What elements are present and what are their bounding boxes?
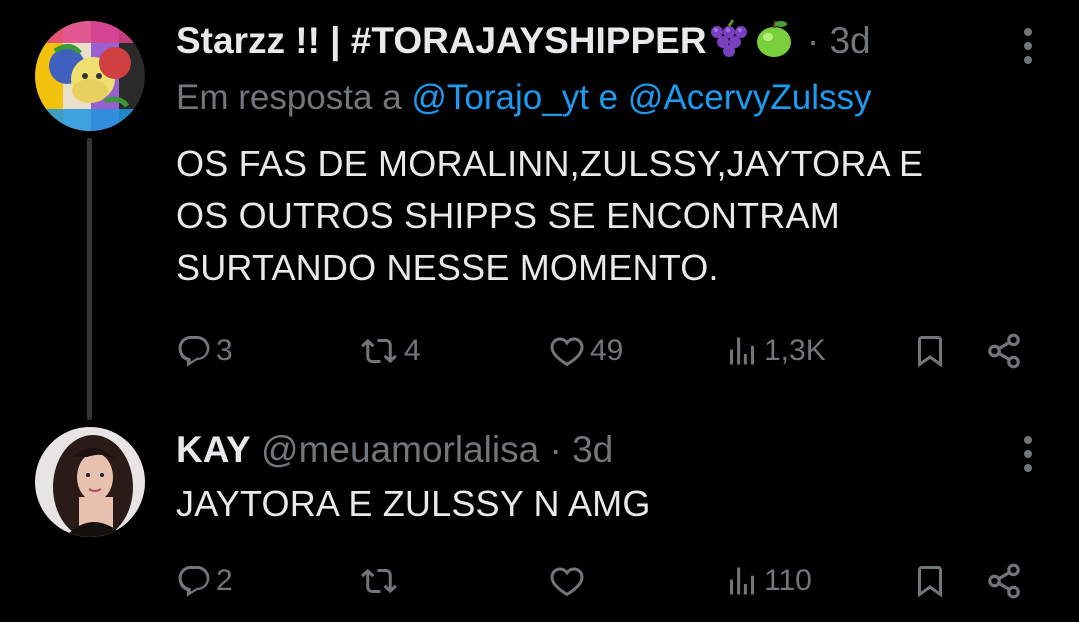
- tweet-header: KAY @meuamorlalisa · 3d: [176, 428, 613, 472]
- avatar[interactable]: [35, 427, 145, 537]
- views-count: 110: [764, 564, 812, 597]
- reply-count: 2: [216, 564, 233, 597]
- share-icon: [988, 333, 1020, 369]
- retweet-button[interactable]: 4: [358, 326, 421, 376]
- replying-prefix: Em resposta a: [176, 78, 402, 117]
- tweet[interactable]: Starzz !! | #TORAJAYSHIPPER · 3d Em resp…: [0, 0, 1079, 420]
- mention-link[interactable]: @Torajo_yt: [411, 78, 589, 117]
- more-options-icon[interactable]: [1024, 436, 1034, 478]
- bookmark-button[interactable]: [912, 556, 948, 606]
- bookmark-button[interactable]: [912, 326, 948, 376]
- timestamp[interactable]: 3d: [829, 20, 870, 61]
- reply-count: 3: [216, 334, 233, 367]
- grapes-icon: [707, 18, 751, 68]
- separator-dot: ·: [549, 429, 562, 470]
- tweet[interactable]: KAY @meuamorlalisa · 3d JAYTORA E ZULSSY…: [0, 410, 1079, 622]
- retweet-icon: [361, 568, 397, 594]
- separator-dot: ·: [806, 19, 820, 61]
- tweet-text-line: JAYTORA E ZULSSY N AMG: [176, 483, 651, 524]
- more-options-icon[interactable]: [1024, 28, 1034, 70]
- display-name[interactable]: KAY: [176, 429, 251, 470]
- green-apple-icon: [751, 18, 797, 68]
- heart-icon: [550, 337, 584, 367]
- display-name[interactable]: Starzz !! | #TORAJAYSHIPPER: [176, 20, 707, 61]
- views-icon: [730, 567, 754, 595]
- reply-icon: [178, 336, 210, 367]
- heart-icon: [550, 567, 584, 597]
- views-button[interactable]: 1,3K: [724, 326, 826, 376]
- tweet-text-line: OS FAS DE MORALINN,ZULSSY,JAYTORA E: [176, 143, 924, 184]
- retweet-button[interactable]: [358, 556, 400, 606]
- retweet-count: 4: [404, 334, 421, 367]
- replying-conj: e: [598, 78, 619, 117]
- tweet-header: Starzz !! | #TORAJAYSHIPPER · 3d: [176, 18, 871, 68]
- share-button[interactable]: [984, 556, 1024, 606]
- bookmark-icon: [918, 566, 942, 598]
- tweet-text: JAYTORA E ZULSSY N AMG: [176, 478, 651, 530]
- retweet-icon: [361, 338, 397, 364]
- replying-to: Em resposta a @Torajo_yt e @AcervyZulssy: [176, 76, 872, 120]
- timestamp[interactable]: 3d: [572, 429, 613, 470]
- action-bar: 2 110: [176, 556, 1036, 606]
- avatar[interactable]: [35, 21, 145, 131]
- tweet-text: OS FAS DE MORALINN,ZULSSY,JAYTORA E OS O…: [176, 138, 1036, 294]
- like-button[interactable]: [548, 556, 586, 606]
- thread-line: [87, 138, 92, 420]
- action-bar: 3 4 49 1,3K: [176, 326, 1036, 376]
- like-count: 49: [590, 334, 624, 367]
- like-button[interactable]: 49: [548, 326, 623, 376]
- views-count: 1,3K: [764, 334, 826, 367]
- reply-button[interactable]: 3: [176, 326, 233, 376]
- share-button[interactable]: [984, 326, 1024, 376]
- user-handle[interactable]: @meuamorlalisa: [261, 429, 539, 470]
- tweet-text-line: SURTANDO NESSE MOMENTO.: [176, 247, 719, 288]
- views-icon: [730, 337, 754, 365]
- bookmark-icon: [918, 336, 942, 368]
- mention-link[interactable]: @AcervyZulssy: [628, 78, 872, 117]
- views-button[interactable]: 110: [724, 556, 812, 606]
- reply-button[interactable]: 2: [176, 556, 233, 606]
- tweet-text-line: OS OUTROS SHIPPS SE ENCONTRAM: [176, 195, 840, 236]
- share-icon: [988, 563, 1020, 599]
- reply-icon: [178, 566, 210, 597]
